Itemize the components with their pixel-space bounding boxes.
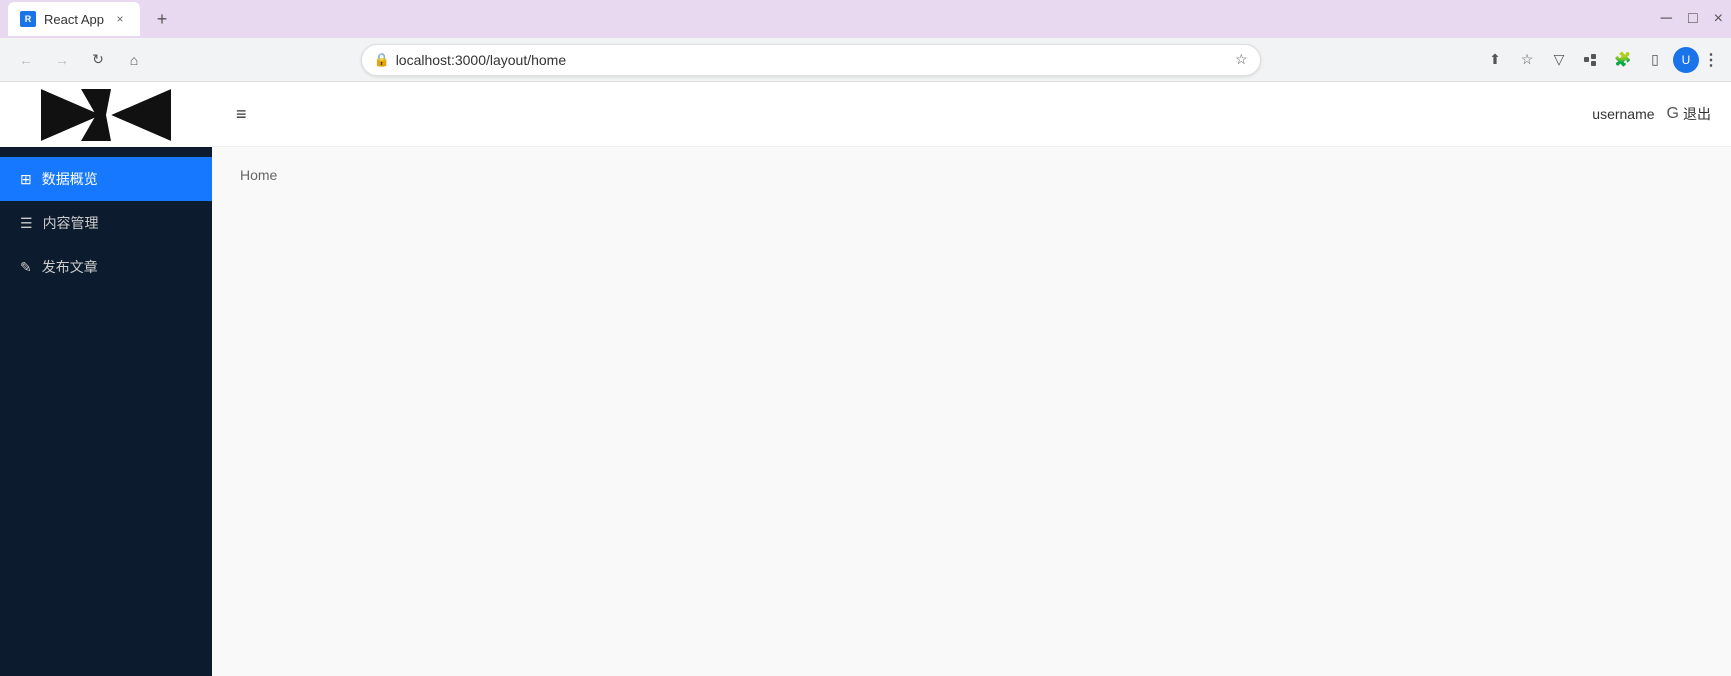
main-content: ≡ username G 退出 Home	[212, 82, 1731, 676]
address-bar: ← → ↻ ⌂ 🔒 localhost:3000/layout/home ☆ ⬆…	[0, 38, 1731, 82]
sidebar-item-publish-label: 发布文章	[42, 257, 98, 277]
sidebar: ⊞ 数据概览 ☰ 内容管理 ✎ 发布文章	[0, 82, 212, 676]
dashboard-icon: ⊞	[20, 171, 32, 188]
forward-button[interactable]: →	[48, 46, 76, 74]
address-text: localhost:3000/layout/home	[396, 52, 1229, 68]
tab-close-button[interactable]: ×	[112, 11, 128, 27]
home-button[interactable]: ⌂	[120, 46, 148, 74]
sidebar-item-content-label: 内容管理	[43, 213, 99, 233]
app-container: ⊞ 数据概览 ☰ 内容管理 ✎ 发布文章 ≡ username	[0, 82, 1731, 676]
logout-icon: G	[1667, 105, 1679, 123]
sidebar-toggle-icon[interactable]: ▯	[1641, 46, 1669, 74]
window-close-button[interactable]: ×	[1714, 10, 1723, 28]
address-input-wrap[interactable]: 🔒 localhost:3000/layout/home ☆	[361, 44, 1261, 76]
browser-window: R React App × + ─ □ × ← → ↻ ⌂ 🔒 localhos…	[0, 0, 1731, 676]
logout-label: 退出	[1683, 104, 1711, 124]
sidebar-menu: ⊞ 数据概览 ☰ 内容管理 ✎ 发布文章	[0, 147, 212, 299]
maximize-button[interactable]: □	[1688, 10, 1698, 28]
sidebar-logo	[0, 82, 212, 147]
back-button[interactable]: ←	[12, 46, 40, 74]
extensions-icon[interactable]	[1577, 46, 1605, 74]
address-bar-actions: ⬆ ☆ ▽ 🧩 ▯ U ⋮	[1481, 46, 1719, 74]
tab-favicon: R	[20, 11, 36, 27]
page-content: Home	[212, 147, 1731, 676]
username-display: username	[1592, 106, 1654, 122]
sidebar-item-dashboard-label: 数据概览	[42, 169, 98, 189]
window-controls: ─ □ ×	[1661, 10, 1723, 28]
more-options-button[interactable]: ⋮	[1703, 50, 1719, 70]
tab-title: React App	[44, 12, 104, 27]
menu-toggle-button[interactable]: ≡	[232, 100, 251, 129]
top-bar-right: username G 退出	[1592, 104, 1711, 124]
sidebar-item-publish[interactable]: ✎ 发布文章	[0, 245, 212, 289]
new-tab-button[interactable]: +	[148, 5, 176, 33]
top-bar: ≡ username G 退出	[212, 82, 1731, 147]
content-icon: ☰	[20, 215, 33, 232]
bookmark-icon[interactable]: ☆	[1235, 51, 1248, 68]
reload-button[interactable]: ↻	[84, 46, 112, 74]
logout-button[interactable]: G 退出	[1667, 104, 1711, 124]
browser-tab[interactable]: R React App ×	[8, 2, 140, 36]
title-bar: R React App × + ─ □ ×	[0, 0, 1731, 38]
sidebar-item-content[interactable]: ☰ 内容管理	[0, 201, 212, 245]
logo-svg	[41, 89, 171, 141]
filter-icon[interactable]: ▽	[1545, 46, 1573, 74]
star-icon[interactable]: ☆	[1513, 46, 1541, 74]
user-avatar-button[interactable]: U	[1673, 47, 1699, 73]
secure-icon: 🔒	[374, 52, 390, 68]
share-icon[interactable]: ⬆	[1481, 46, 1509, 74]
breadcrumb: Home	[240, 167, 277, 183]
puzzle-icon[interactable]: 🧩	[1609, 46, 1637, 74]
sidebar-item-dashboard[interactable]: ⊞ 数据概览	[0, 157, 212, 201]
publish-icon: ✎	[20, 259, 32, 276]
minimize-button[interactable]: ─	[1661, 10, 1672, 28]
